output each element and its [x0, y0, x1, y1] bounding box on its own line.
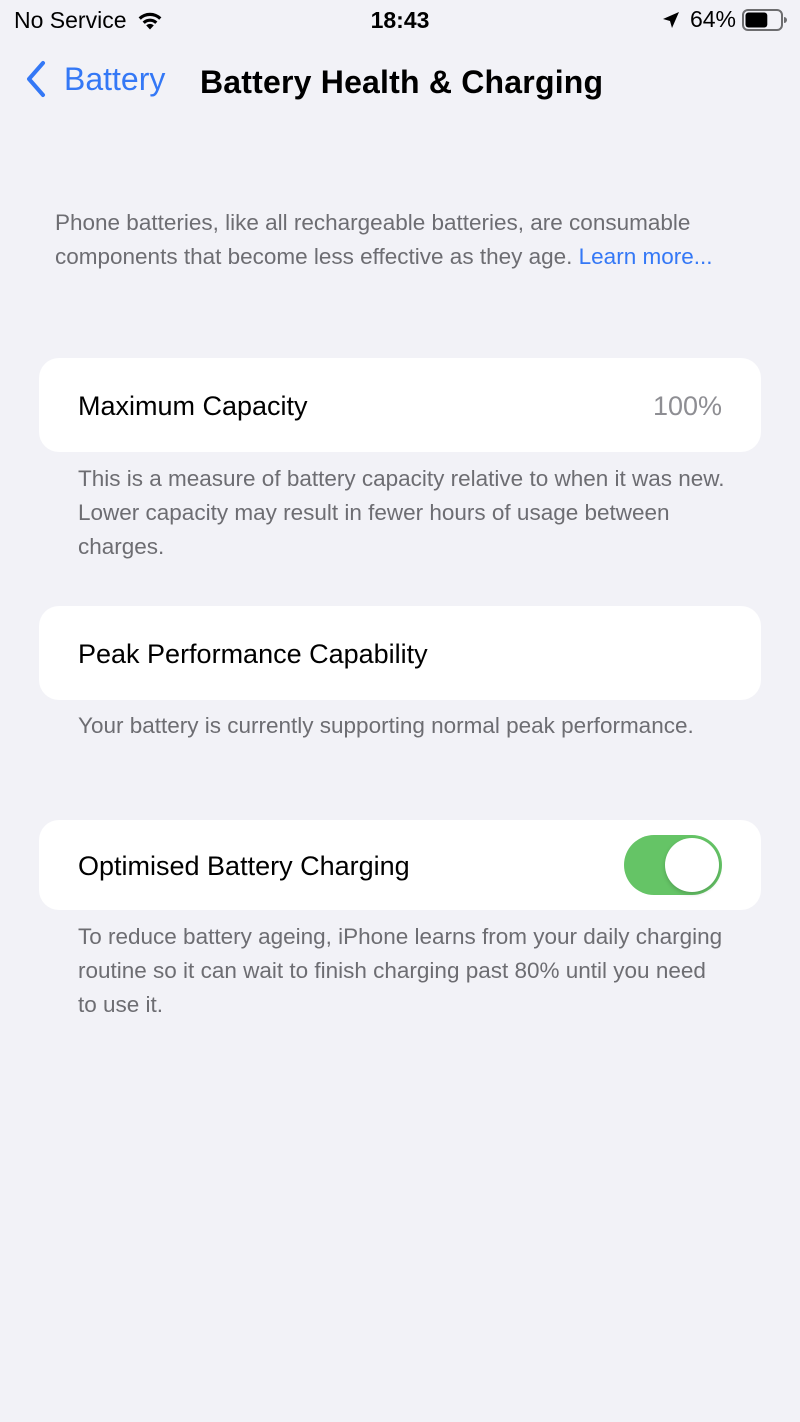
toggle-knob [665, 838, 719, 892]
peak-performance-footnote: Your battery is currently supporting nor… [78, 713, 694, 738]
maximum-capacity-label: Maximum Capacity [78, 391, 308, 421]
maximum-capacity-value: 100% [652, 391, 722, 421]
back-button[interactable]: Battery [24, 60, 165, 98]
battery-icon [742, 8, 787, 31]
page-title: Battery Health & Charging [200, 64, 604, 100]
optimised-charging-row: Optimised Battery Charging [39, 820, 761, 910]
learn-more-link[interactable]: Learn more... [579, 244, 713, 269]
battery-percent: 64% [689, 6, 736, 32]
maximum-capacity-footnote: This is a measure of battery capacity re… [78, 466, 725, 559]
intro-text: Phone batteries, like all rechargeable b… [55, 206, 735, 274]
status-right: 64% [660, 6, 788, 33]
optimised-charging-toggle[interactable] [624, 835, 722, 895]
peak-performance-label: Peak Performance Capability [78, 639, 428, 669]
optimised-charging-label: Optimised Battery Charging [78, 851, 410, 881]
maximum-capacity-row: Maximum Capacity 100% [39, 358, 761, 452]
location-arrow-icon [662, 11, 679, 28]
optimised-charging-footnote: To reduce battery ageing, iPhone learns … [78, 924, 723, 1017]
nav-bar: Battery Battery Health & Charging [0, 50, 800, 114]
back-button-label: Battery [64, 60, 166, 97]
chevron-left-icon [27, 61, 45, 97]
status-bar: No Service 18:43 64% [0, 0, 800, 40]
peak-performance-row: Peak Performance Capability [39, 606, 761, 700]
